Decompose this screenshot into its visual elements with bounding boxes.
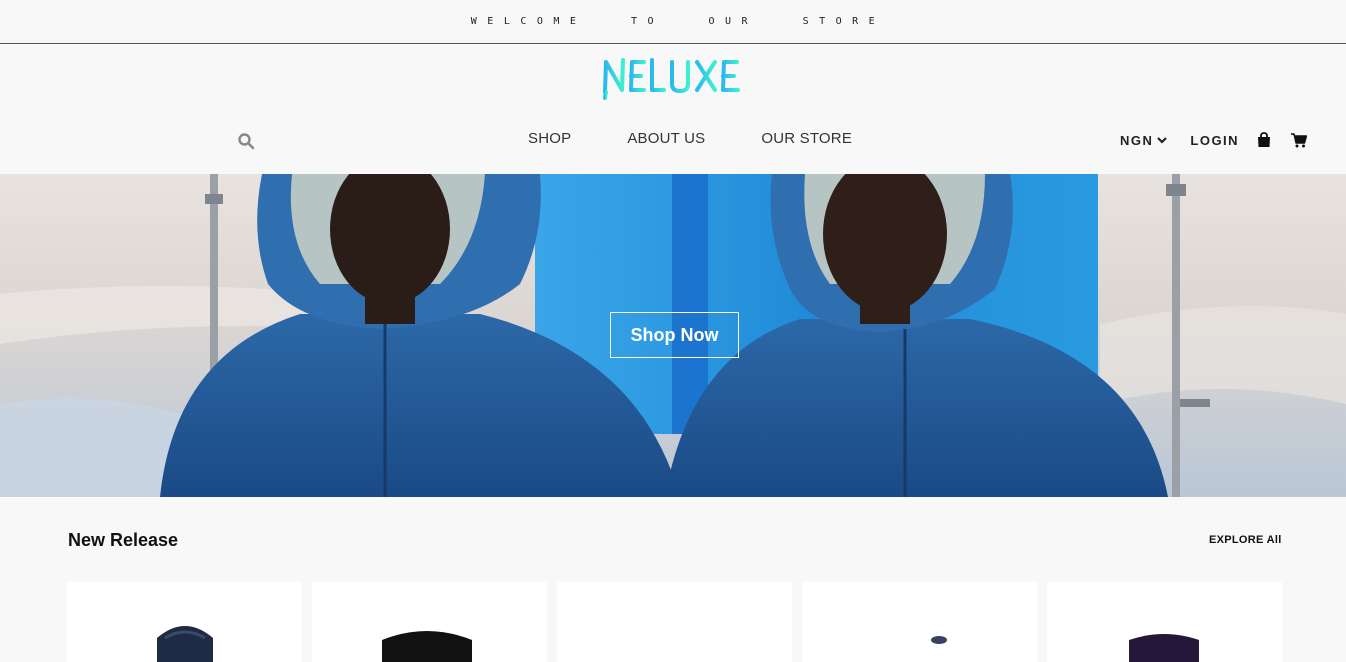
product-card[interactable] (312, 582, 547, 662)
nav-our-store[interactable]: OUR STORE (761, 130, 852, 147)
logo-wordmark (603, 58, 740, 106)
product-image (557, 582, 792, 662)
nav-about-us[interactable]: ABOUT US (627, 130, 705, 147)
cart-icon[interactable] (1291, 132, 1308, 148)
product-card[interactable] (557, 582, 792, 662)
product-image (1129, 634, 1199, 662)
new-release-title: New Release (68, 530, 179, 550)
product-card[interactable] (802, 582, 1037, 662)
shop-now-button[interactable]: Shop Now (610, 312, 739, 358)
chevron-down-icon (1157, 137, 1168, 144)
product-grid (67, 582, 1282, 662)
login-link[interactable]: LOGIN (1190, 133, 1239, 148)
brand-logo[interactable] (600, 54, 748, 110)
shopping-bag-icon[interactable] (1257, 132, 1271, 148)
product-image (157, 626, 213, 662)
header-tools: NGN LOGIN (1120, 132, 1308, 148)
site-header: SHOP ABOUT US OUR STORE NGN LOGIN (0, 44, 1346, 174)
currency-label: NGN (1120, 132, 1154, 148)
product-image (931, 636, 947, 644)
product-card[interactable] (67, 582, 302, 662)
product-image (382, 631, 472, 662)
product-card[interactable] (1047, 582, 1282, 662)
currency-selector[interactable]: NGN (1120, 132, 1168, 148)
announcement-text: Welcome to our store (470, 16, 886, 27)
nav-shop[interactable]: SHOP (528, 130, 571, 147)
search-icon[interactable] (237, 132, 255, 150)
explore-all-link[interactable]: EXPLORE All (1209, 534, 1282, 546)
announcement-bar: Welcome to our store (0, 0, 1346, 44)
hero-banner: Shop Now (0, 174, 1346, 497)
main-nav: SHOP ABOUT US OUR STORE (528, 130, 852, 147)
